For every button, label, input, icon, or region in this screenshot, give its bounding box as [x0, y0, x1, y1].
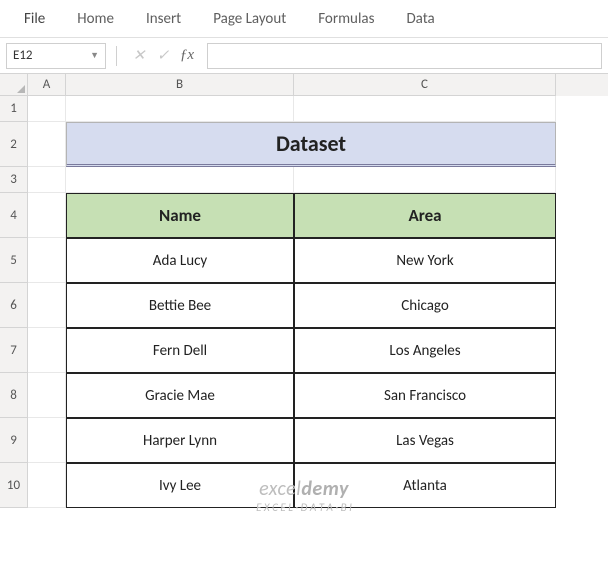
grid-row: 4 Name Area	[0, 193, 608, 238]
cell[interactable]	[28, 373, 66, 418]
cell[interactable]	[28, 328, 66, 373]
grid-row: 1	[0, 96, 608, 122]
dataset-banner-cell[interactable]: Dataset	[66, 122, 556, 167]
grid-row: 2 Dataset	[0, 122, 608, 167]
name-box-value: E12	[13, 48, 33, 63]
ribbon-tab-formulas[interactable]: Formulas	[302, 0, 390, 37]
row-header[interactable]: 2	[0, 122, 28, 167]
cell-area[interactable]: Las Vegas	[294, 418, 556, 463]
row-header[interactable]: 4	[0, 193, 28, 238]
spreadsheet-grid: A B C 1 2 Dataset 3 4 Name Area	[0, 74, 608, 562]
cell-name[interactable]: Ivy Lee	[66, 463, 294, 508]
ribbon-tab-insert[interactable]: Insert	[130, 0, 197, 37]
cell[interactable]	[28, 283, 66, 328]
row-header[interactable]: 3	[0, 167, 28, 193]
name-box[interactable]: E12 ▼	[6, 43, 106, 69]
row-header[interactable]: 10	[0, 463, 28, 508]
cell-area[interactable]: New York	[294, 238, 556, 283]
table-row: 10 Ivy Lee Atlanta	[0, 463, 608, 508]
cell[interactable]	[28, 96, 66, 122]
table-header-name[interactable]: Name	[66, 193, 294, 238]
cell[interactable]	[66, 167, 294, 193]
cell-area[interactable]: Atlanta	[294, 463, 556, 508]
column-headers: A B C	[0, 74, 608, 96]
cell-name[interactable]: Bettie Bee	[66, 283, 294, 328]
cell-area[interactable]: Los Angeles	[294, 328, 556, 373]
cell-name[interactable]: Gracie Mae	[66, 373, 294, 418]
cell[interactable]	[28, 463, 66, 508]
grid-rows: 1 2 Dataset 3 4 Name Area 5 Ada Lucy Ne	[0, 96, 608, 508]
ribbon-tab-home[interactable]: Home	[61, 0, 130, 37]
column-header-a[interactable]: A	[28, 74, 66, 96]
cell-name[interactable]: Fern Dell	[66, 328, 294, 373]
cell[interactable]	[66, 96, 294, 122]
cell[interactable]	[28, 122, 66, 167]
row-header[interactable]: 8	[0, 373, 28, 418]
table-row: 5 Ada Lucy New York	[0, 238, 608, 283]
table-row: 7 Fern Dell Los Angeles	[0, 328, 608, 373]
cell[interactable]	[28, 418, 66, 463]
cell[interactable]	[28, 167, 66, 193]
column-header-b[interactable]: B	[66, 74, 294, 96]
cell-area[interactable]: Chicago	[294, 283, 556, 328]
ribbon-tabs: File Home Insert Page Layout Formulas Da…	[0, 0, 608, 38]
row-header[interactable]: 7	[0, 328, 28, 373]
table-row: 6 Bettie Bee Chicago	[0, 283, 608, 328]
cell[interactable]	[28, 193, 66, 238]
cell[interactable]	[294, 96, 556, 122]
row-header[interactable]: 9	[0, 418, 28, 463]
chevron-down-icon: ▼	[90, 50, 99, 61]
table-row: 8 Gracie Mae San Francisco	[0, 373, 608, 418]
formula-bar-row: E12 ▼ ✕ ✓ ƒx	[0, 38, 608, 74]
row-header[interactable]: 6	[0, 283, 28, 328]
table-header-area[interactable]: Area	[294, 193, 556, 238]
ribbon-tab-file[interactable]: File	[8, 0, 61, 37]
divider	[116, 46, 117, 66]
select-all-button[interactable]	[0, 74, 28, 96]
cell[interactable]	[28, 238, 66, 283]
cell[interactable]	[294, 167, 556, 193]
cell-area[interactable]: San Francisco	[294, 373, 556, 418]
table-row: 9 Harper Lynn Las Vegas	[0, 418, 608, 463]
enter-icon[interactable]: ✓	[151, 46, 175, 65]
ribbon-tab-data[interactable]: Data	[390, 0, 450, 37]
fx-icon[interactable]: ƒx	[175, 47, 199, 64]
column-header-c[interactable]: C	[294, 74, 556, 96]
cell-name[interactable]: Ada Lucy	[66, 238, 294, 283]
ribbon-tab-page-layout[interactable]: Page Layout	[197, 0, 302, 37]
cell-name[interactable]: Harper Lynn	[66, 418, 294, 463]
cancel-icon[interactable]: ✕	[127, 46, 151, 65]
row-header[interactable]: 5	[0, 238, 28, 283]
row-header[interactable]: 1	[0, 96, 28, 122]
formula-input[interactable]	[207, 43, 602, 69]
grid-row: 3	[0, 167, 608, 193]
